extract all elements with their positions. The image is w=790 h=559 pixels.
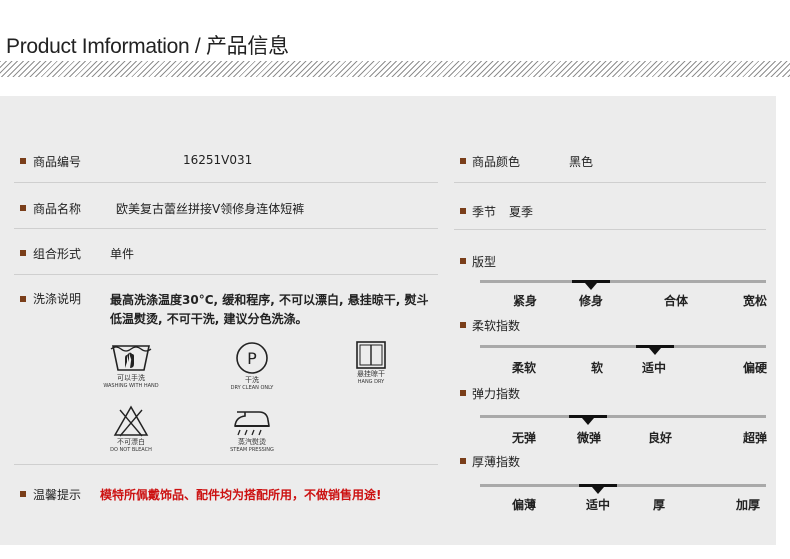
- bullet-icon: [460, 208, 466, 214]
- bullet-icon: [20, 250, 26, 256]
- hang-dry-en: HANG DRY: [357, 379, 385, 385]
- softness-option: 柔软: [511, 361, 537, 375]
- svg-text:P: P: [247, 349, 257, 368]
- bullet-icon: [460, 158, 466, 164]
- thickness-scale-label: 厚薄指数: [472, 455, 521, 469]
- hand-wash-icon: [110, 345, 152, 371]
- bullet-icon: [460, 258, 466, 264]
- divider: [14, 182, 438, 183]
- wash-label: 洗涤说明: [33, 292, 82, 306]
- bullet-icon: [460, 390, 466, 396]
- divider: [454, 229, 766, 230]
- hang-dry-icon: [356, 341, 386, 369]
- elasticity-scale-bar: [480, 415, 766, 418]
- bullet-icon: [460, 322, 466, 328]
- product-name-label: 商品名称: [33, 202, 82, 216]
- thickness-option: 厚: [652, 498, 666, 512]
- tips-label: 温馨提示: [33, 488, 82, 502]
- bullet-icon: [20, 205, 26, 211]
- divider: [454, 182, 766, 183]
- divider: [14, 228, 438, 229]
- product-code-value: 16251V031: [183, 153, 253, 167]
- season-value: 夏季: [509, 205, 534, 219]
- steam-iron-cn: 蒸汽熨烫: [238, 438, 266, 446]
- color-label: 商品颜色: [472, 155, 521, 169]
- hand-wash-item: 可以手洗 WASHING WITH HAND: [100, 340, 162, 390]
- bullet-icon: [20, 296, 26, 302]
- steam-iron-icon: [234, 411, 270, 436]
- fit-scale-marker-icon: [585, 283, 597, 290]
- hang-dry-item: 悬挂晾干 HANG DRY: [346, 340, 396, 386]
- bullet-icon: [20, 491, 26, 497]
- softness-scale-marker-icon: [649, 348, 661, 355]
- combo-value: 单件: [110, 247, 135, 261]
- color-value: 黑色: [569, 155, 594, 169]
- softness-scale-bar: [480, 345, 766, 348]
- bullet-icon: [20, 158, 26, 164]
- elasticity-option: 良好: [647, 431, 673, 445]
- elasticity-option: 无弹: [511, 431, 537, 445]
- hand-wash-en: WASHING WITH HAND: [103, 383, 159, 389]
- dry-clean-en: DRY CLEAN ONLY: [230, 385, 274, 391]
- product-code-label: 商品编号: [33, 155, 82, 169]
- divider: [14, 274, 438, 275]
- tips-text: 模特所佩戴饰品、配件均为搭配所用，不做销售用途!: [100, 488, 382, 502]
- thickness-option: 偏薄: [511, 498, 537, 512]
- softness-option: 软: [590, 361, 604, 375]
- softness-scale-label: 柔软指数: [472, 319, 521, 333]
- elasticity-scale-label: 弹力指数: [472, 387, 521, 401]
- elasticity-option: 超弹: [742, 431, 768, 445]
- fit-scale-bar: [480, 280, 766, 283]
- no-bleach-en: DO NOT BLEACH: [110, 447, 152, 453]
- fit-option-selected: 修身: [578, 294, 604, 308]
- thickness-scale-bar: [480, 484, 766, 487]
- steam-iron-en: STEAM PRESSING: [230, 447, 274, 453]
- page-title: Product Imformation / 产品信息: [6, 35, 289, 58]
- steam-iron-item: 蒸汽熨烫 STEAM PRESSING: [221, 404, 283, 454]
- fit-option: 合体: [663, 294, 689, 308]
- thickness-scale-marker-icon: [592, 487, 604, 494]
- combo-label: 组合形式: [33, 247, 82, 261]
- hatch-divider: [0, 61, 790, 77]
- season-label: 季节: [472, 205, 497, 219]
- no-bleach-cn: 不可漂白: [117, 438, 145, 446]
- product-name-value: 欧美复古蕾丝拼接V领修身连体短裤: [116, 202, 305, 216]
- dry-clean-cn: 干洗: [245, 376, 259, 384]
- thickness-option-selected: 适中: [585, 498, 611, 512]
- elasticity-scale-marker-icon: [582, 418, 594, 425]
- no-bleach-icon: [113, 405, 149, 437]
- wash-instructions: 最高洗涤温度30°C, 缓和程序, 不可以漂白, 悬挂晾干, 熨斗低温熨烫, 不…: [110, 293, 429, 326]
- bullet-icon: [460, 458, 466, 464]
- fit-option: 宽松: [742, 294, 768, 308]
- elasticity-option-selected: 微弹: [576, 431, 602, 445]
- dry-clean-item: P 干洗 DRY CLEAN ONLY: [221, 340, 283, 392]
- no-bleach-item: 不可漂白 DO NOT BLEACH: [100, 404, 162, 454]
- fit-option: 紧身: [512, 294, 538, 308]
- softness-option: 偏硬: [742, 361, 768, 375]
- thickness-option: 加厚: [735, 498, 761, 512]
- softness-option-selected: 适中: [641, 361, 667, 375]
- divider: [14, 464, 438, 465]
- hand-wash-cn: 可以手洗: [117, 374, 145, 382]
- fit-scale-label: 版型: [472, 255, 497, 269]
- dry-clean-icon: P: [236, 342, 268, 374]
- hang-dry-cn: 悬挂晾干: [357, 370, 385, 378]
